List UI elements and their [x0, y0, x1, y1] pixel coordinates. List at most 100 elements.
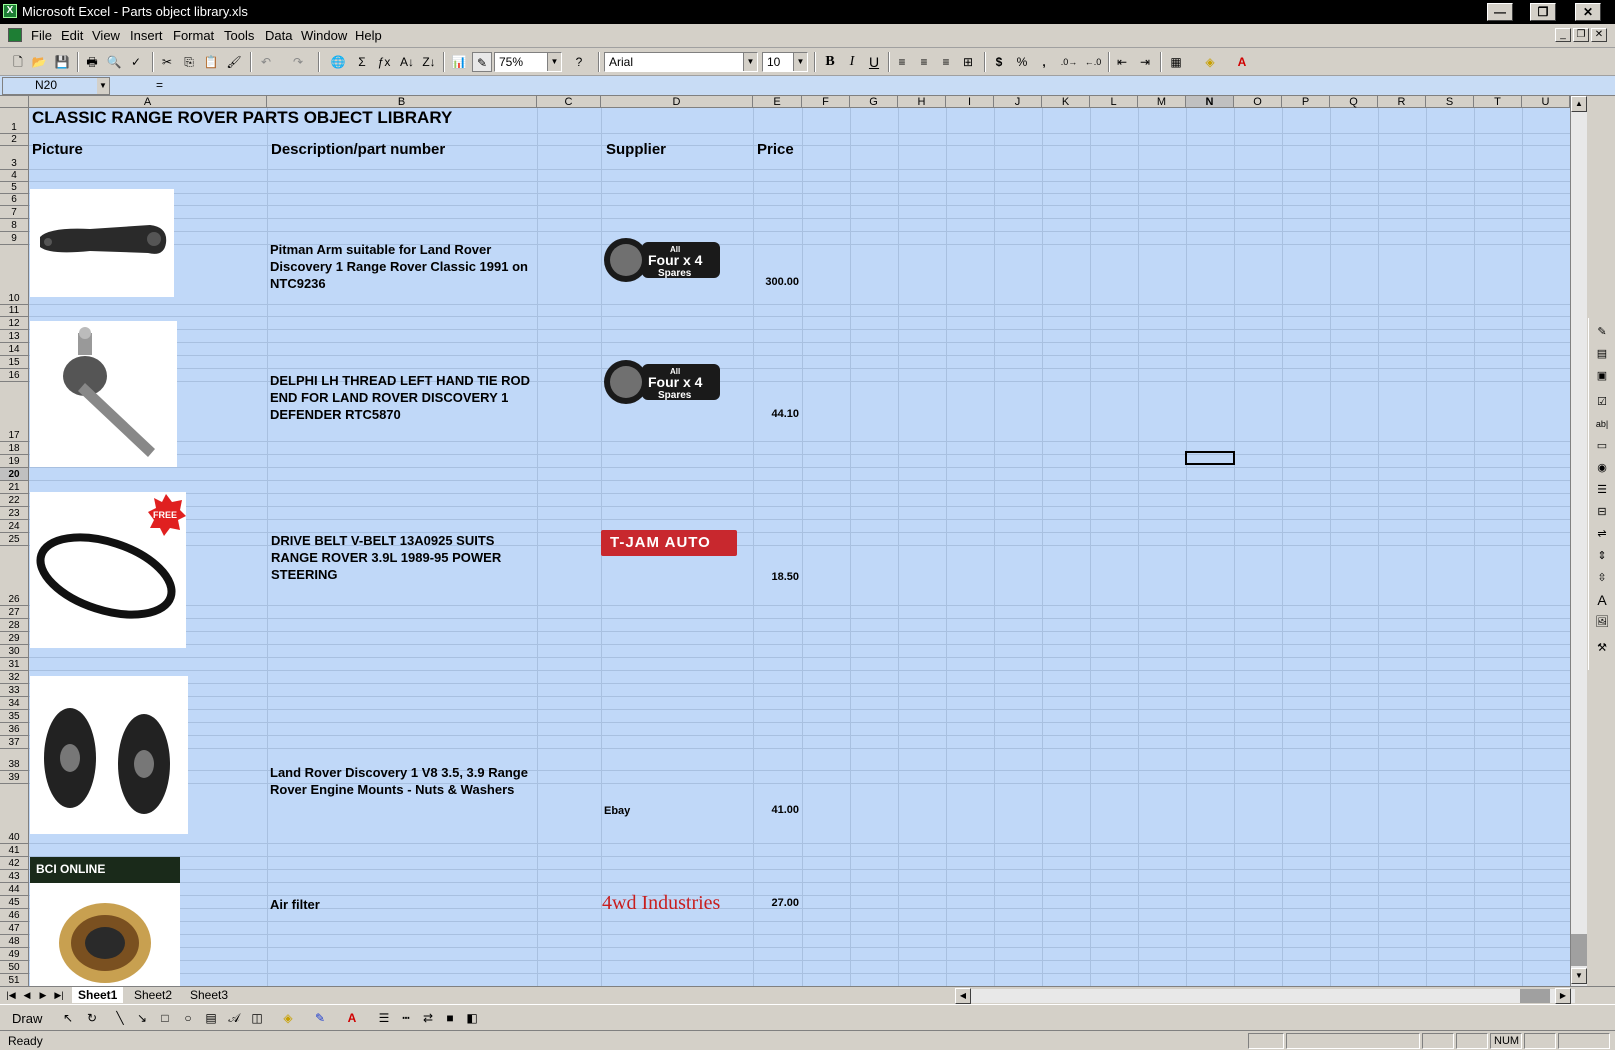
line-style-icon[interactable]: ☰: [374, 1008, 394, 1028]
chevron-down-icon[interactable]: ▼: [97, 78, 109, 94]
part-3-price[interactable]: 18.50: [755, 571, 799, 583]
t-jam-auto-logo[interactable]: T-JAM AUTO: [601, 530, 737, 556]
toggle-button-icon[interactable]: ⇌: [1594, 526, 1610, 542]
row-header[interactable]: 50: [0, 961, 29, 974]
scroll-right-icon[interactable]: ▶: [1555, 988, 1571, 1004]
part-5-price[interactable]: 27.00: [755, 897, 799, 909]
option-button-icon[interactable]: ◉: [1594, 460, 1610, 476]
doc-minimize-button[interactable]: _: [1555, 28, 1571, 42]
part-1-description[interactable]: Pitman Arm suitable for Land Rover Disco…: [270, 241, 534, 292]
align-right-icon[interactable]: ≡: [936, 52, 956, 72]
engine-mounts-picture[interactable]: [30, 676, 188, 834]
increase-indent-icon[interactable]: ⇥: [1135, 52, 1155, 72]
part-4-price[interactable]: 41.00: [755, 804, 799, 816]
workbook-icon[interactable]: [8, 28, 22, 42]
column-header-s[interactable]: S: [1426, 96, 1474, 108]
fill-color-icon[interactable]: ◈: [278, 1008, 298, 1028]
selected-cell-n20[interactable]: [1185, 451, 1235, 465]
3d-icon[interactable]: ◧: [462, 1008, 482, 1028]
column-header-d[interactable]: D: [601, 96, 753, 108]
image-control-icon[interactable]: 🖼: [1594, 614, 1610, 630]
decrease-indent-icon[interactable]: ⇤: [1112, 52, 1132, 72]
first-sheet-icon[interactable]: |◀: [4, 988, 18, 1002]
4wd-industries-logo[interactable]: 4wd Industries: [602, 892, 720, 915]
select-objects-icon[interactable]: ↖: [58, 1008, 78, 1028]
row-header[interactable]: 20: [0, 468, 29, 481]
part-4-supplier[interactable]: Ebay: [604, 805, 630, 817]
column-header-p[interactable]: P: [1282, 96, 1330, 108]
column-header-b[interactable]: B: [267, 96, 537, 108]
menu-edit[interactable]: Edit: [61, 28, 83, 43]
sort-descending-icon[interactable]: Z↓: [419, 52, 439, 72]
row-header[interactable]: 24: [0, 520, 29, 533]
doc-restore-button[interactable]: ❐: [1573, 28, 1589, 42]
save-icon[interactable]: 💾: [52, 52, 72, 72]
row-header[interactable]: 40: [0, 784, 29, 844]
all-four-x4-spares-logo[interactable]: All Four x 4 Spares: [602, 358, 722, 406]
column-header-n[interactable]: N: [1186, 96, 1234, 108]
horizontal-scroll-thumb[interactable]: [1520, 989, 1550, 1003]
wordart-icon[interactable]: 𝒜: [224, 1008, 244, 1028]
row-header[interactable]: 49: [0, 948, 29, 961]
row-header[interactable]: 25: [0, 533, 29, 546]
column-header-m[interactable]: M: [1138, 96, 1186, 108]
font-color-icon[interactable]: A: [342, 1008, 362, 1028]
formula-equals[interactable]: =: [156, 78, 163, 92]
column-header-q[interactable]: Q: [1330, 96, 1378, 108]
header-supplier[interactable]: Supplier: [606, 141, 666, 158]
row-header[interactable]: 16: [0, 369, 29, 382]
row-header[interactable]: 13: [0, 330, 29, 343]
decrease-decimal-icon[interactable]: ←.0: [1083, 52, 1103, 72]
button-control-icon[interactable]: ▭: [1594, 438, 1610, 454]
row-header[interactable]: 5: [0, 182, 29, 194]
menu-insert[interactable]: Insert: [130, 28, 163, 43]
row-header[interactable]: 46: [0, 909, 29, 922]
spreadsheet-grid[interactable]: A B C D E F G H I J K L M N O P Q R S T …: [0, 96, 1570, 986]
scrollbar-control-icon[interactable]: ⇳: [1594, 570, 1610, 586]
font-combo[interactable]: Arial ▼: [604, 52, 758, 72]
menu-file[interactable]: File: [31, 28, 52, 43]
spin-button-icon[interactable]: ⇕: [1594, 548, 1610, 564]
select-all-corner[interactable]: [0, 96, 29, 108]
textbox-control-icon[interactable]: ab|: [1594, 416, 1610, 432]
close-button[interactable]: ✕: [1575, 3, 1601, 21]
row-header[interactable]: 29: [0, 632, 29, 645]
scroll-down-icon[interactable]: ▼: [1571, 968, 1587, 984]
chevron-down-icon[interactable]: ▼: [547, 53, 561, 71]
column-header-e[interactable]: E: [753, 96, 802, 108]
air-filter-picture[interactable]: BCI ONLINE: [30, 857, 180, 986]
menu-view[interactable]: View: [92, 28, 120, 43]
combobox-control-icon[interactable]: ⊟: [1594, 504, 1610, 520]
column-header-f[interactable]: F: [802, 96, 850, 108]
row-header[interactable]: 7: [0, 206, 29, 219]
merge-center-icon[interactable]: ⊞: [958, 52, 978, 72]
free-rotate-icon[interactable]: ↻: [82, 1008, 102, 1028]
row-header[interactable]: 15: [0, 356, 29, 369]
drawing-icon[interactable]: ✎: [472, 52, 492, 72]
vertical-scrollbar[interactable]: ▲ ▼: [1570, 96, 1587, 986]
edit-form-icon[interactable]: ✎: [1594, 324, 1610, 340]
align-center-icon[interactable]: ≡: [914, 52, 934, 72]
row-header[interactable]: 34: [0, 697, 29, 710]
row-header[interactable]: 43: [0, 870, 29, 883]
label-control-icon[interactable]: A: [1594, 592, 1610, 608]
hyperlink-icon[interactable]: 🌐: [328, 52, 348, 72]
row-header[interactable]: 18: [0, 442, 29, 455]
restore-button[interactable]: ❐: [1530, 3, 1556, 21]
minimize-button[interactable]: —: [1487, 3, 1513, 21]
currency-button[interactable]: $: [989, 52, 1009, 72]
arrow-tool-icon[interactable]: ↘: [132, 1008, 152, 1028]
row-header[interactable]: 22: [0, 494, 29, 507]
drive-belt-picture[interactable]: FREE: [30, 492, 186, 648]
chevron-down-icon[interactable]: ▼: [743, 53, 757, 71]
borders-icon[interactable]: ▦: [1166, 52, 1186, 72]
arrow-style-icon[interactable]: ⇄: [418, 1008, 438, 1028]
part-1-price[interactable]: 300.00: [755, 276, 799, 288]
print-preview-icon[interactable]: 🔍: [104, 52, 124, 72]
bold-button[interactable]: B: [820, 52, 840, 72]
menu-window[interactable]: Window: [301, 28, 347, 43]
line-color-icon[interactable]: ✎: [310, 1008, 330, 1028]
checkbox-control-icon[interactable]: ☑: [1594, 394, 1610, 410]
fill-color-icon[interactable]: ◈: [1200, 52, 1220, 72]
tie-rod-end-picture[interactable]: [30, 321, 177, 467]
